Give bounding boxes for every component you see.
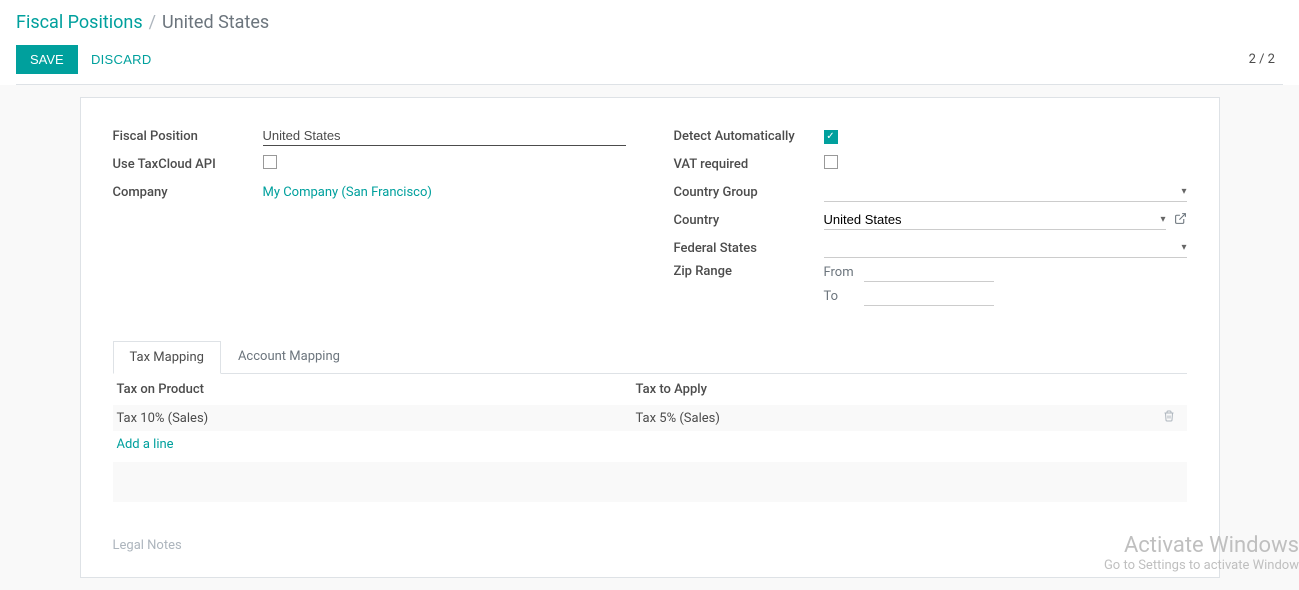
vat-required-label: VAT required xyxy=(674,157,824,172)
zip-from-input[interactable] xyxy=(864,262,994,282)
save-button[interactable]: SAVE xyxy=(16,45,78,74)
use-taxcloud-label: Use TaxCloud API xyxy=(113,157,263,172)
chevron-down-icon[interactable]: ▾ xyxy=(1181,242,1186,253)
discard-button[interactable]: DISCARD xyxy=(91,52,152,67)
legal-notes-label: Legal Notes xyxy=(113,538,1187,553)
zip-range-label: Zip Range xyxy=(674,262,824,279)
country-group-label: Country Group xyxy=(674,185,824,200)
add-line-link[interactable]: Add a line xyxy=(113,431,178,458)
country-select[interactable] xyxy=(824,210,1157,229)
trash-icon[interactable] xyxy=(1155,410,1183,426)
chevron-down-icon[interactable]: ▾ xyxy=(1181,186,1186,197)
col-tax-to-apply: Tax to Apply xyxy=(636,382,1155,397)
zip-from-label: From xyxy=(824,265,864,280)
pager[interactable]: 2 / 2 xyxy=(1249,52,1275,67)
zip-to-input[interactable] xyxy=(864,286,994,306)
zip-to-label: To xyxy=(824,289,864,304)
breadcrumb-sep: / xyxy=(149,12,156,33)
country-label: Country xyxy=(674,213,824,228)
detect-auto-label: Detect Automatically xyxy=(674,129,824,144)
cell-tax-apply[interactable]: Tax 5% (Sales) xyxy=(636,411,1155,426)
detect-auto-checkbox[interactable] xyxy=(824,130,838,144)
fiscal-position-input[interactable] xyxy=(263,126,626,146)
col-tax-on-product: Tax on Product xyxy=(117,382,636,397)
breadcrumb-root[interactable]: Fiscal Positions xyxy=(16,12,143,33)
form-sheet: Fiscal Position Use TaxCloud API Company… xyxy=(80,97,1220,578)
cell-tax-product[interactable]: Tax 10% (Sales) xyxy=(117,411,636,426)
fiscal-position-label: Fiscal Position xyxy=(113,129,263,144)
chevron-down-icon[interactable]: ▾ xyxy=(1160,214,1165,225)
federal-states-label: Federal States xyxy=(674,241,824,256)
table-row[interactable]: Tax 10% (Sales) Tax 5% (Sales) xyxy=(113,405,1187,431)
external-link-icon[interactable] xyxy=(1174,212,1187,229)
federal-states-select[interactable] xyxy=(824,238,1178,257)
country-group-select[interactable] xyxy=(824,182,1178,201)
use-taxcloud-checkbox[interactable] xyxy=(263,155,277,169)
vat-required-checkbox[interactable] xyxy=(824,155,838,169)
tab-account-mapping[interactable]: Account Mapping xyxy=(221,340,357,373)
tab-tax-mapping[interactable]: Tax Mapping xyxy=(113,341,221,374)
company-label: Company xyxy=(113,185,263,200)
breadcrumb: Fiscal Positions / United States xyxy=(16,12,1283,33)
breadcrumb-current: United States xyxy=(162,12,269,33)
table-blank-area xyxy=(113,462,1187,502)
company-link[interactable]: My Company (San Francisco) xyxy=(263,185,432,200)
